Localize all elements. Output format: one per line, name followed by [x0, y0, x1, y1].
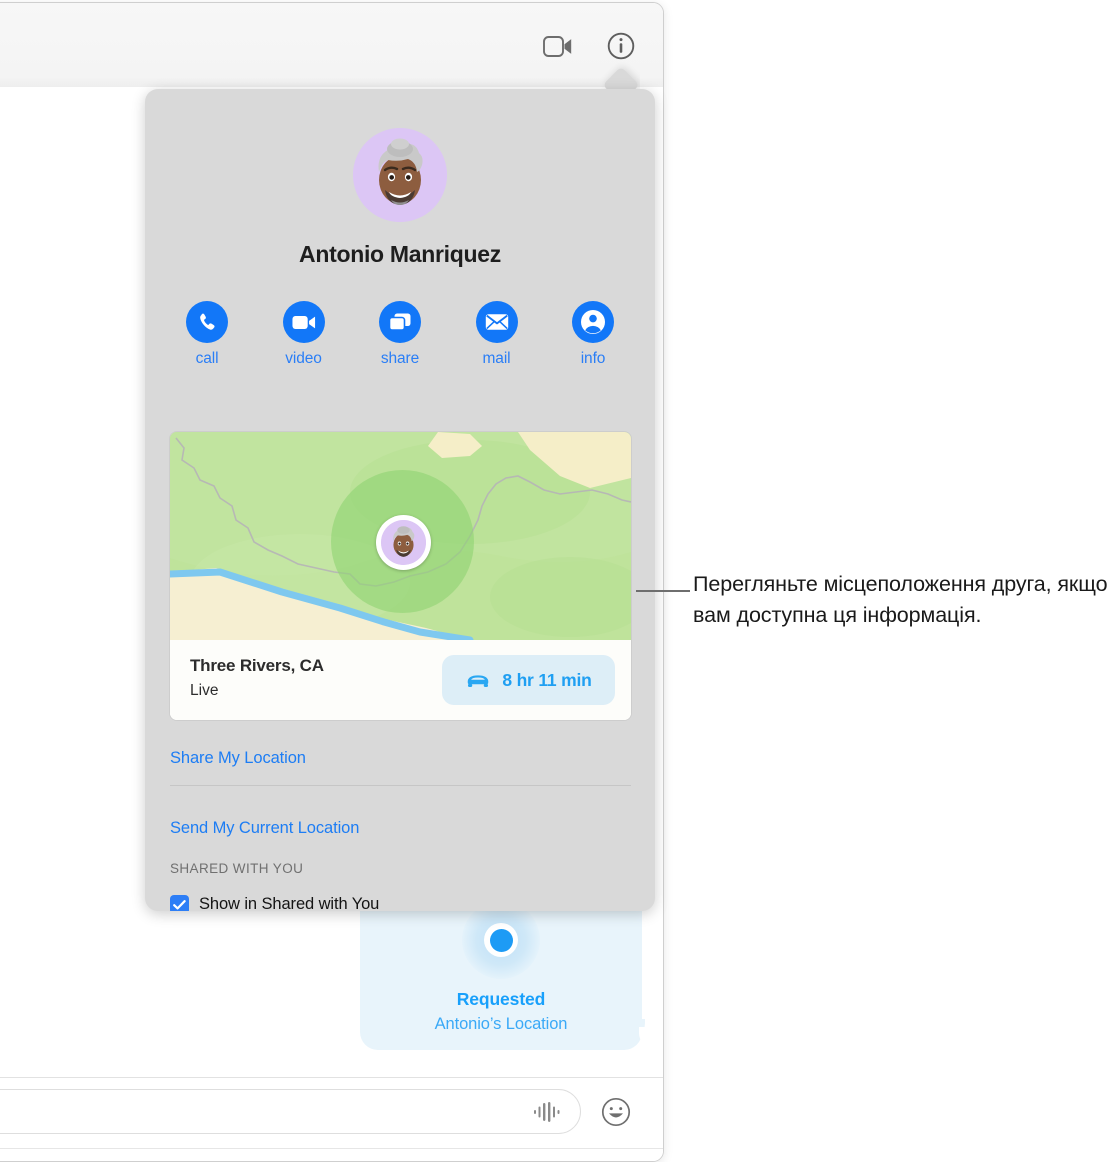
phone-icon [186, 301, 228, 343]
action-mail-label: mail [482, 350, 511, 367]
location-request-bubble[interactable]: Requested Antonio’s Location [360, 893, 642, 1050]
request-status-subtitle: Antonio’s Location [434, 1015, 568, 1033]
audio-waveform-icon[interactable] [533, 1101, 563, 1123]
details-info-button[interactable] [603, 28, 639, 64]
shared-with-you-header: SHARED WITH YOU [170, 861, 304, 876]
action-video-label: video [285, 350, 322, 367]
show-in-shared-label: Show in Shared with You [199, 895, 380, 911]
map-canvas[interactable] [170, 432, 631, 640]
location-dot-icon [462, 901, 540, 979]
eta-text: 8 hr 11 min [502, 669, 592, 690]
facetime-button[interactable] [537, 30, 579, 62]
video-camera-icon [282, 301, 325, 343]
window-titlebar [0, 3, 663, 88]
contact-name: Antonio Manriquez [299, 241, 501, 267]
action-info[interactable]: info [557, 301, 629, 368]
memoji-map-pin[interactable] [376, 515, 431, 570]
person-circle-icon [572, 301, 614, 343]
eta-directions-button[interactable]: 8 hr 11 min [442, 655, 615, 705]
place-name: Three Rivers, CA [190, 656, 324, 675]
message-composer [0, 1077, 663, 1161]
bubble-tail [625, 1019, 651, 1049]
map-info-bar: Three Rivers, CA Live 8 hr 11 min [170, 640, 631, 720]
action-share-label: share [380, 350, 420, 367]
show-in-shared-with-you-row[interactable]: Show in Shared with You [170, 895, 379, 911]
action-share[interactable]: share [364, 301, 436, 368]
place-live-status: Live [190, 682, 219, 699]
smiley-face-icon[interactable] [601, 1097, 631, 1127]
callout-text: Перегляньте місцеположення друга, якщо в… [693, 572, 1108, 627]
popover-arrow [600, 62, 640, 92]
popover-divider [170, 785, 631, 786]
action-call[interactable]: call [171, 301, 243, 368]
avatar [353, 128, 447, 222]
action-info-label: info [580, 350, 606, 367]
request-status-title: Requested [456, 989, 546, 1009]
composer-divider [0, 1148, 663, 1149]
envelope-icon [475, 301, 518, 343]
screenshot-root: Requested Antonio’s Location Antonio Man… [0, 0, 1115, 1162]
message-input[interactable] [0, 1089, 581, 1134]
share-my-location-link[interactable]: Share My Location [170, 749, 306, 768]
car-icon [468, 674, 489, 687]
screen-share-icon [379, 301, 421, 343]
contact-actions-row: call video share mail info [171, 301, 629, 368]
contact-details-popover: Antonio Manriquez call video share mail … [145, 89, 655, 911]
action-video[interactable]: video [268, 301, 340, 368]
action-call-label: call [195, 350, 219, 367]
callout-leader-line [636, 590, 690, 592]
send-my-current-location-link[interactable]: Send My Current Location [170, 819, 359, 838]
action-mail[interactable]: mail [461, 301, 533, 368]
show-in-shared-checkbox[interactable] [170, 895, 189, 911]
info-circle-icon [607, 32, 635, 60]
location-map-card[interactable]: Three Rivers, CA Live 8 hr 11 min [170, 432, 631, 720]
